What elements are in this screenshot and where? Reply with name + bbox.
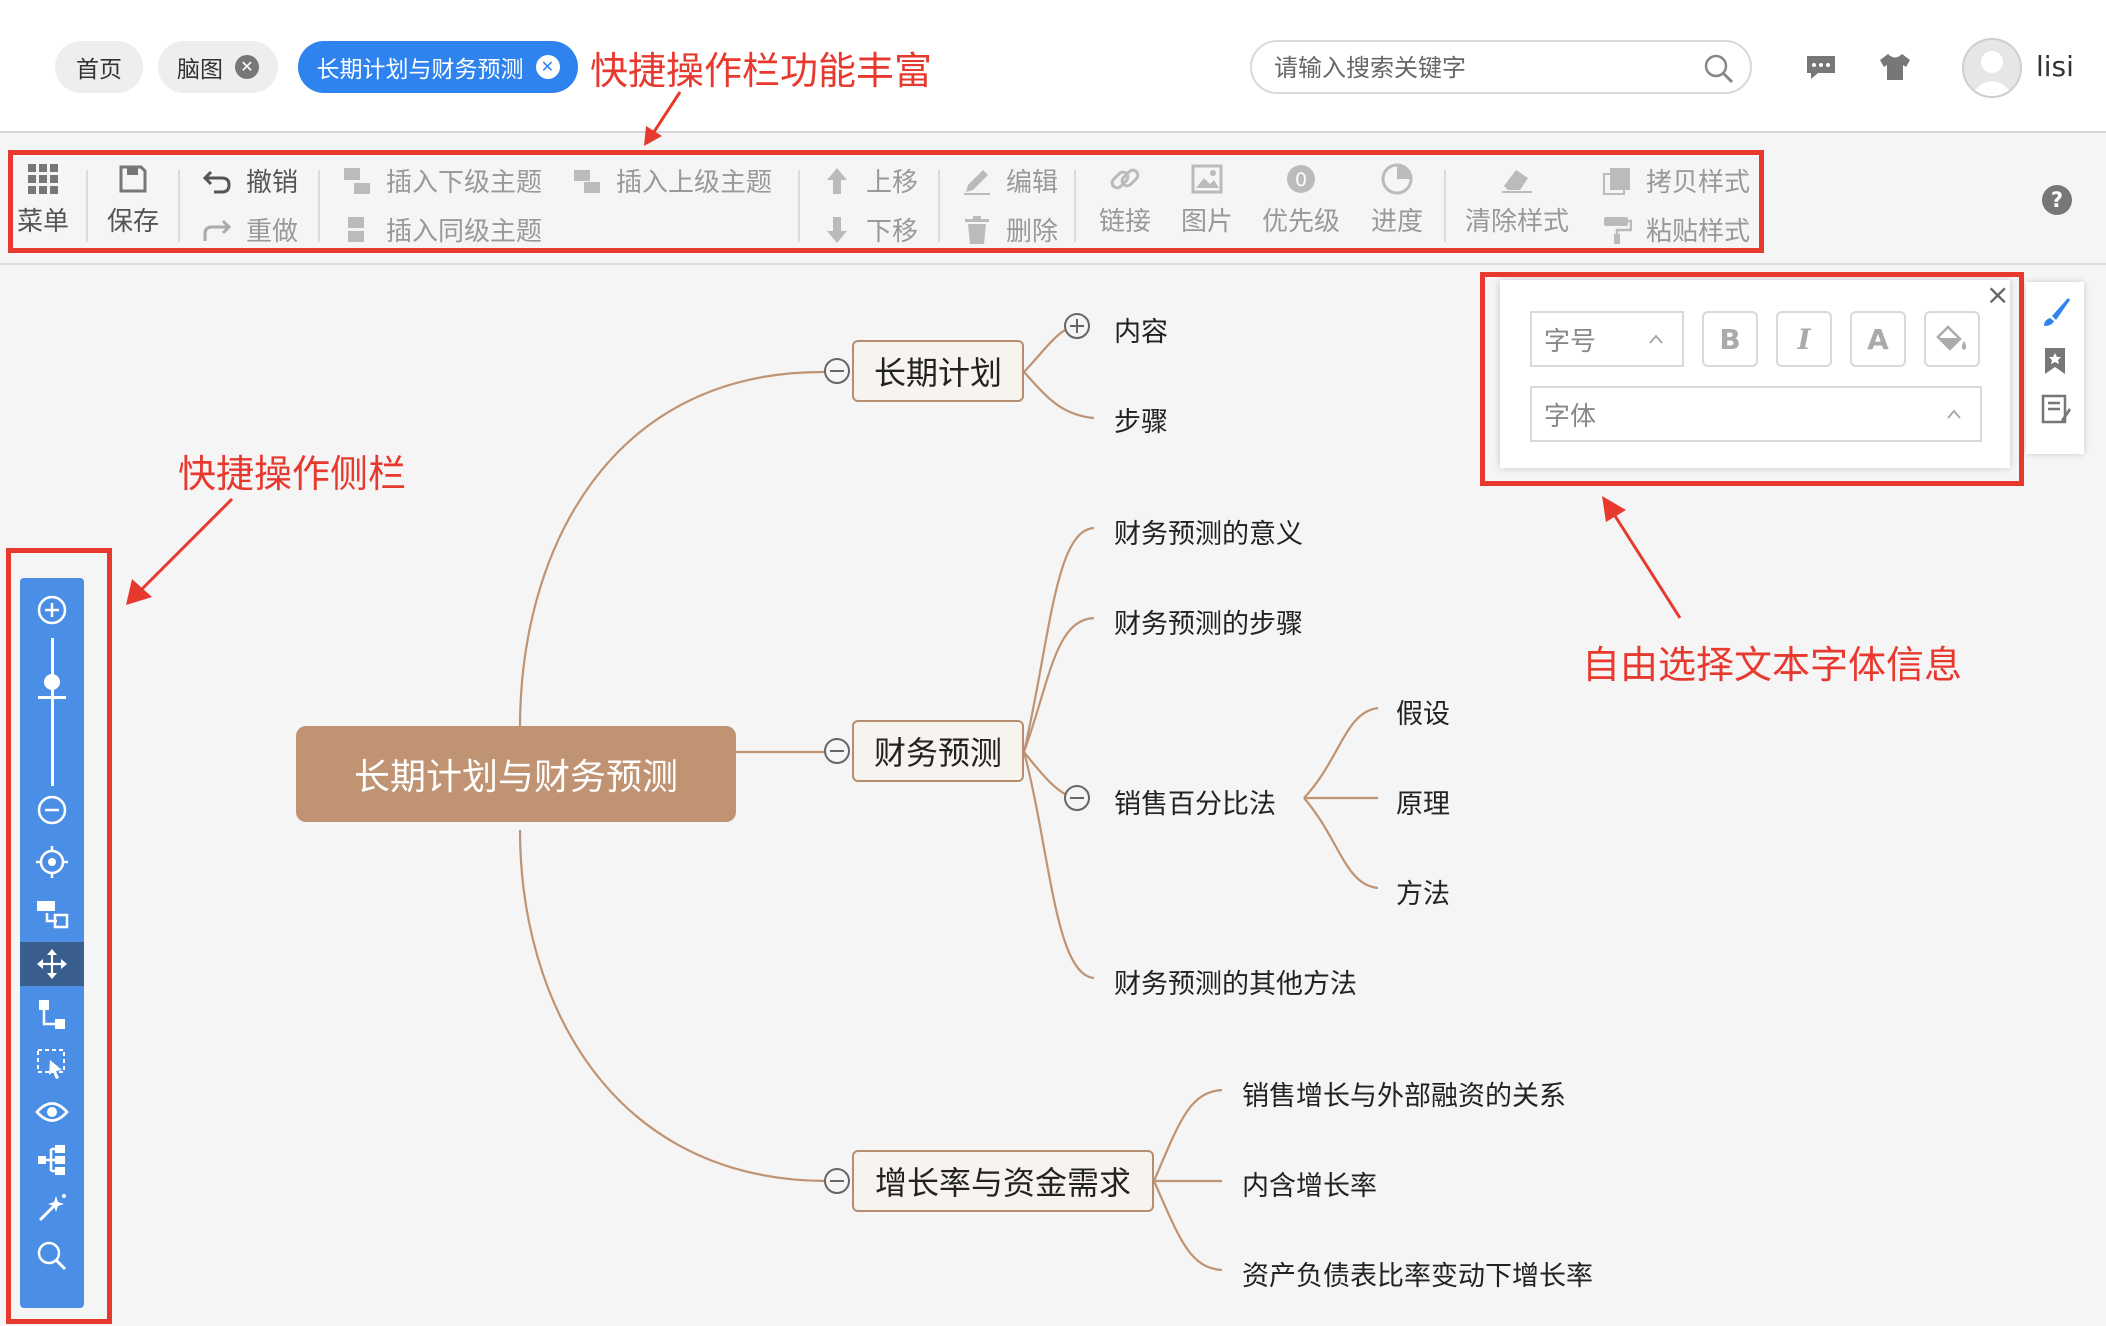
select-button[interactable] [20, 1042, 84, 1086]
preview-button[interactable] [20, 1090, 84, 1134]
layout-icon [37, 901, 69, 929]
font-annotation: 自由选择文本字体信息 [1582, 643, 1963, 687]
branch-node-financial-forecast[interactable]: 财务预测 [852, 720, 1024, 782]
move-icon [37, 949, 67, 979]
zoom-out-button[interactable] [20, 788, 84, 832]
tree-structure-icon [39, 1000, 65, 1029]
right-dock [2026, 282, 2084, 454]
leaf-node[interactable]: 假设 [1396, 692, 1450, 731]
font-panel-highlight-box [1480, 272, 2024, 486]
note-icon[interactable] [2041, 394, 2071, 424]
annotation-arrow-sidebar [126, 497, 234, 605]
zoom-in-icon [37, 595, 67, 625]
branch-node-growth-rate[interactable]: 增长率与资金需求 [852, 1150, 1154, 1212]
expand-icon[interactable] [1064, 313, 1090, 339]
eye-icon [35, 1102, 69, 1122]
quick-sidebar [20, 578, 84, 1308]
sidebar-annotation: 快捷操作侧栏 [178, 452, 407, 496]
zoom-in-button[interactable] [20, 588, 84, 632]
leaf-node[interactable]: 方法 [1396, 872, 1450, 911]
theme-button[interactable] [20, 1186, 84, 1230]
leaf-node[interactable]: 财务预测的意义 [1114, 512, 1303, 551]
leaf-node[interactable]: 财务预测的步骤 [1114, 602, 1303, 641]
annotation-arrow-font [1602, 496, 1682, 619]
leaf-node[interactable]: 原理 [1396, 782, 1450, 821]
zoom-out-icon [37, 795, 67, 825]
magic-wand-icon [38, 1194, 66, 1222]
leaf-node[interactable]: 内容 [1114, 310, 1168, 349]
zoom-slider-track[interactable] [51, 638, 54, 786]
locate-button[interactable] [20, 840, 84, 884]
collapse-icon[interactable] [824, 1168, 850, 1194]
leaf-node[interactable]: 销售增长与外部融资的关系 [1242, 1074, 1566, 1113]
branch-node-long-term-plan[interactable]: 长期计划 [852, 340, 1024, 402]
target-icon [36, 846, 68, 878]
zoom-slider-handle[interactable] [44, 674, 60, 690]
leaf-node[interactable]: 财务预测的其他方法 [1114, 962, 1357, 1001]
hierarchy-icon [38, 1145, 65, 1175]
leaf-node[interactable]: 销售百分比法 [1114, 782, 1276, 821]
search-icon [37, 1241, 67, 1271]
bookmark-icon[interactable] [2041, 346, 2069, 376]
zoom-slider-mark [38, 696, 66, 699]
collapse-icon[interactable] [824, 738, 850, 764]
root-node[interactable]: 长期计划与财务预测 [296, 726, 736, 822]
brush-icon[interactable] [2040, 296, 2072, 328]
outline-button[interactable] [20, 1138, 84, 1182]
move-canvas-button[interactable] [20, 942, 84, 986]
leaf-node[interactable]: 内含增长率 [1242, 1164, 1377, 1203]
collapse-icon[interactable] [824, 358, 850, 384]
leaf-node[interactable]: 资产负债表比率变动下增长率 [1242, 1254, 1593, 1293]
leaf-node[interactable]: 步骤 [1114, 400, 1168, 439]
structure-button[interactable] [20, 992, 84, 1036]
layout-button[interactable] [20, 892, 84, 936]
collapse-icon[interactable] [1064, 785, 1090, 811]
selection-icon [37, 1049, 65, 1079]
find-button[interactable] [20, 1234, 84, 1278]
